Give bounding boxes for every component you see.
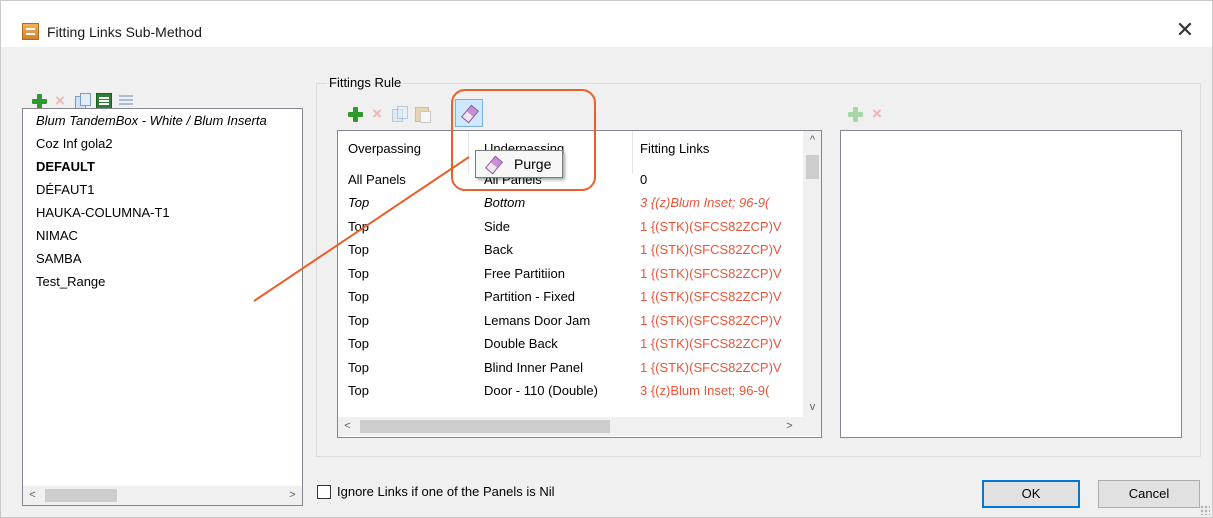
cell-fitting-links[interactable]: 1 {(STK)(SFCS82ZCP)V xyxy=(640,289,782,304)
fitting-links-panel[interactable] xyxy=(840,130,1182,438)
cell-overpassing[interactable]: Top xyxy=(348,336,369,351)
cell-underpassing[interactable]: Free Partitiion xyxy=(484,266,565,281)
delete-method-icon[interactable]: × xyxy=(52,92,68,109)
list-item[interactable]: SAMBA xyxy=(36,251,82,266)
title-bar: Fitting Links Sub-Method ✕ xyxy=(1,1,1212,47)
list-icon[interactable] xyxy=(118,93,134,109)
column-divider xyxy=(632,131,633,174)
col-header-fitting-links[interactable]: Fitting Links xyxy=(640,141,709,156)
add-link-icon[interactable] xyxy=(847,106,863,122)
scroll-up-arrow[interactable]: ^ xyxy=(803,131,821,150)
cancel-button[interactable]: Cancel xyxy=(1098,480,1200,508)
scroll-right-arrow[interactable]: > xyxy=(283,486,302,505)
app-icon xyxy=(22,23,39,40)
window-title: Fitting Links Sub-Method xyxy=(47,24,202,40)
scroll-thumb[interactable] xyxy=(45,489,117,502)
table-vscrollbar[interactable]: ^ v xyxy=(803,131,821,417)
list-item[interactable]: DEFAULT xyxy=(36,159,95,174)
cell-underpassing[interactable]: Back xyxy=(484,242,513,257)
scroll-thumb[interactable] xyxy=(806,155,819,179)
add-method-icon[interactable] xyxy=(31,93,47,109)
cell-underpassing[interactable]: Bottom xyxy=(484,195,525,210)
list-item[interactable]: Coz Inf gola2 xyxy=(36,136,113,151)
list-item[interactable]: NIMAC xyxy=(36,228,78,243)
group-title: Fittings Rule xyxy=(327,75,404,90)
add-rule-icon[interactable] xyxy=(347,106,363,122)
cell-underpassing[interactable]: Side xyxy=(484,219,510,234)
cell-fitting-links[interactable]: 0 xyxy=(640,172,647,187)
list-item[interactable]: Blum TandemBox - White / Blum Inserta xyxy=(36,113,267,128)
cell-fitting-links[interactable]: 1 {(STK)(SFCS82ZCP)V xyxy=(640,360,782,375)
delete-link-icon[interactable]: × xyxy=(869,105,885,122)
ok-button[interactable]: OK xyxy=(982,480,1080,508)
cell-fitting-links[interactable]: 3 {(z)Blum Inset; 96-9( xyxy=(640,383,769,398)
ignore-links-checkbox[interactable] xyxy=(317,485,331,499)
cell-fitting-links[interactable]: 1 {(STK)(SFCS82ZCP)V xyxy=(640,313,782,328)
arrow-annotation xyxy=(253,156,470,302)
copy-rule-icon[interactable] xyxy=(391,106,408,122)
cell-underpassing[interactable]: Lemans Door Jam xyxy=(484,313,590,328)
cell-overpassing[interactable]: Top xyxy=(348,360,369,375)
ignore-links-label[interactable]: Ignore Links if one of the Panels is Nil xyxy=(337,484,555,499)
cell-overpassing[interactable]: Top xyxy=(348,383,369,398)
cell-fitting-links[interactable]: 1 {(STK)(SFCS82ZCP)V xyxy=(640,219,782,234)
cell-fitting-links[interactable]: 1 {(STK)(SFCS82ZCP)V xyxy=(640,336,782,351)
cell-fitting-links[interactable]: 1 {(STK)(SFCS82ZCP)V xyxy=(640,242,782,257)
cell-underpassing[interactable]: Partition - Fixed xyxy=(484,289,575,304)
grid-icon[interactable] xyxy=(96,93,112,109)
arrow-line xyxy=(253,156,470,302)
list-item[interactable]: Test_Range xyxy=(36,274,105,289)
scroll-left-arrow[interactable]: < xyxy=(338,417,357,436)
scroll-down-arrow[interactable]: v xyxy=(803,398,821,417)
list-item[interactable]: DÉFAUT1 xyxy=(36,182,95,197)
cell-underpassing[interactable]: Door - 110 (Double) xyxy=(484,383,598,398)
methods-hscrollbar[interactable]: < > xyxy=(23,486,302,505)
cell-underpassing[interactable]: Blind Inner Panel xyxy=(484,360,583,375)
cell-fitting-links[interactable]: 3 {(z)Blum Inset; 96-9( xyxy=(640,195,769,210)
cell-underpassing[interactable]: Double Back xyxy=(484,336,558,351)
resize-grip[interactable] xyxy=(1200,505,1210,515)
close-button[interactable]: ✕ xyxy=(1172,17,1198,43)
cell-overpassing[interactable]: Top xyxy=(348,313,369,328)
scroll-right-arrow[interactable]: > xyxy=(780,417,799,436)
delete-rule-icon[interactable]: × xyxy=(369,105,385,122)
list-item[interactable]: HAUKA-COLUMNA-T1 xyxy=(36,205,170,220)
cell-fitting-links[interactable]: 1 {(STK)(SFCS82ZCP)V xyxy=(640,266,782,281)
table-hscrollbar[interactable]: < > xyxy=(338,417,821,436)
scroll-left-arrow[interactable]: < xyxy=(23,486,42,505)
scroll-thumb[interactable] xyxy=(360,420,610,433)
dialog-window: Fitting Links Sub-Method ✕ × Blum Tandem… xyxy=(0,0,1213,518)
copy-method-icon[interactable] xyxy=(74,93,91,109)
paste-rule-icon[interactable] xyxy=(414,105,431,123)
